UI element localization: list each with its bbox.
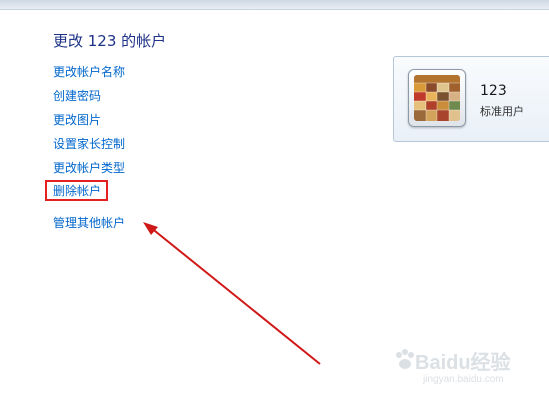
watermark-url: jingyan.baidu.com <box>423 374 504 385</box>
watermark: Baidu经验 jingyan.baidu.com <box>393 342 543 392</box>
paw-icon <box>396 349 414 369</box>
watermark-brand: Baidu经验 <box>415 352 511 374</box>
arrow-head <box>143 222 158 235</box>
annotation-arrow <box>143 222 321 365</box>
arrow-shaft <box>149 226 321 365</box>
